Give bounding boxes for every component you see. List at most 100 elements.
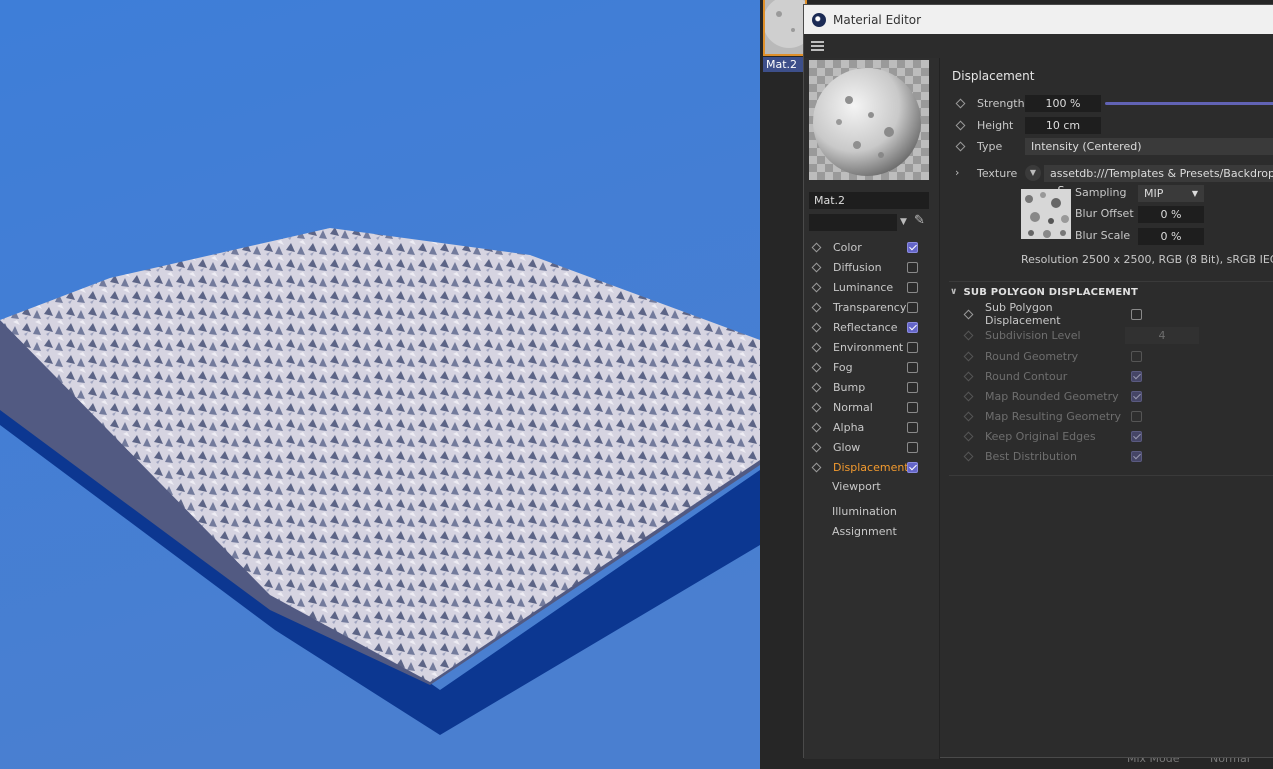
keyframe-diamond-icon[interactable]: [955, 120, 966, 130]
chevron-down-icon[interactable]: ▼: [900, 217, 907, 227]
channel-checkbox[interactable]: [907, 401, 918, 413]
keyframe-diamond-icon: [963, 371, 974, 381]
channel-checkbox[interactable]: [907, 381, 918, 393]
texture-row: › Texture ▼ assetdb:///Templates & Prese…: [941, 163, 1273, 197]
channel-checkbox[interactable]: [907, 421, 918, 433]
keyframe-diamond-icon: [963, 391, 974, 401]
channel-row-illumination[interactable]: Illumination: [832, 505, 897, 518]
material-thumbnail[interactable]: [763, 0, 807, 56]
layer-field[interactable]: [809, 214, 897, 231]
sampling-dropdown[interactable]: MIP ▼: [1138, 185, 1204, 202]
strength-field[interactable]: 100 %: [1025, 94, 1101, 112]
texture-thumbnail[interactable]: [1021, 189, 1071, 239]
channel-label: Displacement: [833, 460, 909, 474]
sub-polygon-option-row: Keep Original Edges: [941, 426, 1142, 446]
channel-row-color[interactable]: Color: [804, 237, 940, 257]
channel-label: Diffusion: [833, 260, 882, 274]
channel-checkbox[interactable]: [907, 441, 918, 453]
keyframe-diamond-icon[interactable]: [811, 322, 822, 332]
height-field[interactable]: 10 cm: [1025, 116, 1101, 134]
channel-row-fog[interactable]: Fog: [804, 357, 940, 377]
texture-path-field[interactable]: assetdb:///Templates & Presets/Backdrops…: [1044, 164, 1273, 197]
keyframe-diamond-icon: [963, 330, 974, 340]
sub-polygon-option-checkbox: [1131, 370, 1142, 382]
height-row: Height 10 cm: [941, 115, 1101, 135]
channel-row-glow[interactable]: Glow: [804, 437, 940, 457]
resolution-info: Resolution 2500 x 2500, RGB (8 Bit), sRG…: [1021, 253, 1273, 266]
keyframe-diamond-icon[interactable]: [811, 402, 822, 412]
strength-slider[interactable]: [1105, 102, 1273, 105]
keyframe-diamond-icon[interactable]: [811, 442, 822, 452]
keyframe-diamond-icon[interactable]: [811, 362, 822, 372]
keyframe-diamond-icon: [963, 431, 974, 441]
channel-row-normal[interactable]: Normal: [804, 397, 940, 417]
preview-sphere-icon: [809, 60, 929, 180]
type-dropdown[interactable]: Intensity (Centered): [1025, 137, 1273, 155]
strength-row: Strength 100 %: [941, 93, 1101, 113]
title-bar[interactable]: Material Editor: [804, 5, 1273, 34]
height-label: Height: [977, 118, 1014, 132]
blur-offset-field[interactable]: 0 %: [1138, 206, 1204, 223]
sub-polygon-option-label: Map Rounded Geometry: [985, 389, 1119, 403]
channel-row-reflectance[interactable]: Reflectance: [804, 317, 940, 337]
noise-texture-icon: [1021, 189, 1071, 239]
channel-checkbox[interactable]: [907, 281, 918, 293]
subdivision-level-row: Subdivision Level 4: [941, 325, 1199, 345]
channel-row-diffusion[interactable]: Diffusion: [804, 257, 940, 277]
eyedropper-icon[interactable]: ✎: [914, 213, 925, 228]
3d-viewport[interactable]: [0, 0, 760, 769]
channel-row-displacement[interactable]: Displacement: [804, 457, 940, 477]
material-preview[interactable]: [809, 60, 929, 180]
strength-label: Strength: [977, 96, 1025, 110]
keyframe-diamond-icon[interactable]: [955, 141, 966, 151]
sub-polygon-header[interactable]: ∨ SUB POLYGON DISPLACEMENT: [950, 284, 1138, 300]
channel-checkbox[interactable]: [907, 361, 918, 373]
blur-offset-label: Blur Offset: [1075, 207, 1134, 220]
keyframe-diamond-icon[interactable]: [811, 262, 822, 272]
sub-polygon-option-row: Round Contour: [941, 366, 1142, 386]
channel-row-alpha[interactable]: Alpha: [804, 417, 940, 437]
keyframe-diamond-icon[interactable]: [811, 342, 822, 352]
channel-checkbox[interactable]: [907, 241, 918, 253]
section-title: Displacement: [952, 69, 1035, 83]
keyframe-diamond-icon[interactable]: [811, 242, 822, 252]
keyframe-diamond-icon[interactable]: [955, 98, 966, 108]
material-thumbnail-label[interactable]: Mat.2: [763, 57, 803, 72]
sub-polygon-option-label: Best Distribution: [985, 449, 1078, 463]
keyframe-diamond-icon[interactable]: [811, 282, 822, 292]
channel-checkbox[interactable]: [907, 341, 918, 353]
channel-row-environment[interactable]: Environment: [804, 337, 940, 357]
keyframe-diamond-icon: [963, 411, 974, 421]
sub-polygon-enable-checkbox[interactable]: [1131, 308, 1142, 320]
keyframe-diamond-icon[interactable]: [811, 302, 822, 312]
viewport-render: [0, 0, 760, 769]
keyframe-diamond-icon[interactable]: [811, 382, 822, 392]
channel-row-viewport[interactable]: Viewport: [832, 480, 881, 493]
sub-polygon-option-checkbox: [1131, 450, 1142, 462]
channel-checkbox[interactable]: [907, 461, 918, 473]
channel-row-bump[interactable]: Bump: [804, 377, 940, 397]
channel-checkbox[interactable]: [907, 261, 918, 273]
subdivision-level-label: Subdivision Level: [985, 328, 1081, 342]
channel-row-luminance[interactable]: Luminance: [804, 277, 940, 297]
keyframe-diamond-icon[interactable]: [811, 462, 822, 472]
keyframe-diamond-icon[interactable]: [811, 422, 822, 432]
channel-checkbox[interactable]: [907, 321, 918, 333]
channel-label: Fog: [833, 360, 853, 374]
blur-scale-field[interactable]: 0 %: [1138, 228, 1204, 245]
texture-menu-button[interactable]: ▼: [1025, 165, 1041, 181]
blur-scale-label: Blur Scale: [1075, 229, 1131, 242]
keyframe-diamond-icon: [963, 351, 974, 361]
channel-label: Color: [833, 240, 862, 254]
channel-row-assignment[interactable]: Assignment: [832, 525, 897, 538]
channel-label: Alpha: [833, 420, 865, 434]
hamburger-icon[interactable]: [811, 41, 824, 51]
channel-list-pane: Mat.2 ▼ ✎ Color Diffusion Luminance Transpa…: [804, 58, 940, 759]
keyframe-diamond-icon[interactable]: [963, 309, 974, 319]
material-name-field[interactable]: Mat.2: [809, 192, 929, 209]
chevron-right-icon[interactable]: ›: [955, 166, 959, 179]
texture-label: Texture: [977, 166, 1018, 180]
channel-checkbox[interactable]: [907, 301, 918, 313]
section-divider: [949, 281, 1273, 282]
channel-row-transparency[interactable]: Transparency: [804, 297, 940, 317]
